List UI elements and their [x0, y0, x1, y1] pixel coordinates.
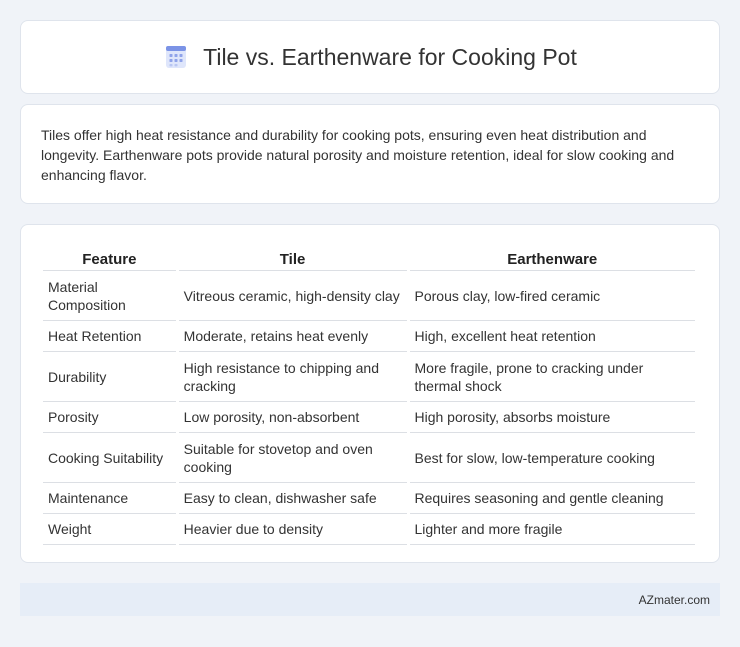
cell-tile: Moderate, retains heat evenly [178, 321, 407, 352]
cell-feature: Heat Retention [43, 321, 176, 352]
cell-feature: Maintenance [43, 483, 176, 514]
cell-feature: Cooking Suitability [43, 433, 176, 483]
cell-feature: Material Composition [43, 271, 176, 321]
title-card: Tile vs. Earthenware for Cooking Pot [20, 20, 720, 94]
cell-earthenware: More fragile, prone to cracking under th… [409, 352, 695, 402]
header-tile: Tile [178, 245, 407, 271]
footer-bar: AZmater.com [20, 583, 720, 616]
cell-earthenware: Lighter and more fragile [409, 514, 695, 545]
cell-earthenware: High, excellent heat retention [409, 321, 695, 352]
cell-tile: High resistance to chipping and cracking [178, 352, 407, 402]
table-row: Porosity Low porosity, non-absorbent Hig… [43, 402, 695, 433]
title-wrap: Tile vs. Earthenware for Cooking Pot [163, 44, 577, 71]
cell-tile: Heavier due to density [178, 514, 407, 545]
table-card: Feature Tile Earthenware Material Compos… [20, 224, 720, 563]
cell-feature: Weight [43, 514, 176, 545]
page: Tile vs. Earthenware for Cooking Pot Til… [0, 0, 740, 647]
cell-tile: Easy to clean, dishwasher safe [178, 483, 407, 514]
cell-earthenware: Requires seasoning and gentle cleaning [409, 483, 695, 514]
comparison-table: Feature Tile Earthenware Material Compos… [40, 245, 698, 545]
document-grid-icon [166, 46, 187, 68]
footer-site-name: AZmater.com [638, 592, 710, 607]
cell-earthenware: Porous clay, low-fired ceramic [409, 271, 695, 321]
table-row: Cooking Suitability Suitable for stoveto… [43, 433, 695, 483]
table-row: Material Composition Vitreous ceramic, h… [43, 271, 695, 321]
cell-tile: Suitable for stovetop and oven cooking [178, 433, 407, 483]
table-row: Weight Heavier due to density Lighter an… [43, 514, 695, 545]
cell-tile: Low porosity, non-absorbent [178, 402, 407, 433]
cell-earthenware: High porosity, absorbs moisture [409, 402, 695, 433]
cell-feature: Durability [43, 352, 176, 402]
cell-earthenware: Best for slow, low-temperature cooking [409, 433, 695, 483]
header-earthenware: Earthenware [409, 245, 695, 271]
cell-tile: Vitreous ceramic, high-density clay [178, 271, 407, 321]
table-header-row: Feature Tile Earthenware [43, 245, 695, 271]
table-row: Durability High resistance to chipping a… [43, 352, 695, 402]
header-feature: Feature [43, 245, 176, 271]
cell-feature: Porosity [43, 402, 176, 433]
table-row: Maintenance Easy to clean, dishwasher sa… [43, 483, 695, 514]
table-row: Heat Retention Moderate, retains heat ev… [43, 321, 695, 352]
intro-card: Tiles offer high heat resistance and dur… [20, 104, 720, 204]
intro-text: Tiles offer high heat resistance and dur… [41, 127, 675, 183]
page-title: Tile vs. Earthenware for Cooking Pot [203, 43, 577, 70]
